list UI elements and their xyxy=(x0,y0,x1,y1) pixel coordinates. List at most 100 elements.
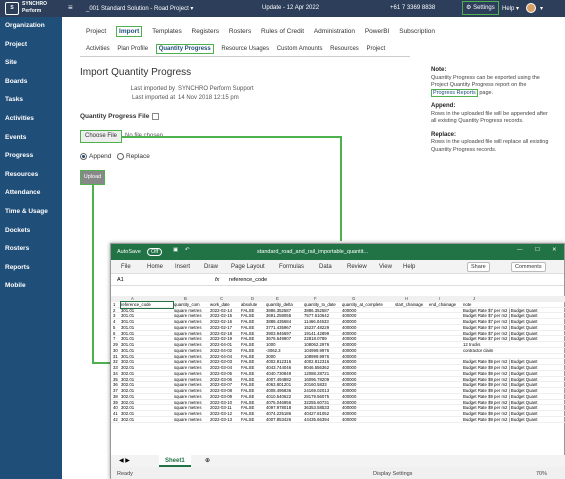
avatar[interactable] xyxy=(526,3,536,13)
append-label: Append xyxy=(89,153,112,161)
settings-button[interactable]: ⚙ Settings xyxy=(462,1,499,15)
divider xyxy=(80,56,410,57)
subtab-project[interactable]: Project xyxy=(366,46,385,52)
save-icon[interactable]: ▣ xyxy=(173,247,178,253)
ribbon-formulas[interactable]: Formulas xyxy=(279,264,304,270)
connector-line xyxy=(122,136,341,138)
ribbon-data[interactable]: Data xyxy=(319,264,332,270)
sidebar-item-site[interactable]: Site xyxy=(0,54,62,73)
page-title: Import Quantity Progress xyxy=(80,67,192,78)
autosave-toggle[interactable]: Off xyxy=(147,248,163,256)
chevron-down-icon[interactable]: ▾ xyxy=(540,5,543,12)
cell[interactable]: square metres xyxy=(174,417,209,423)
sidebar-item-dockets[interactable]: Dockets xyxy=(0,222,62,241)
tab-templates[interactable]: Templates xyxy=(152,28,182,35)
tab-import[interactable]: Import xyxy=(116,26,143,37)
share-button[interactable]: Share xyxy=(467,262,490,272)
subtab-resource-usages[interactable]: Resource Usages xyxy=(221,46,269,52)
note-text-end: page. xyxy=(479,89,494,96)
excel-filename: standard_road_and_rail_importable_quanti… xyxy=(257,249,368,255)
close-icon[interactable]: ✕ xyxy=(552,247,557,253)
sidebar-item-project[interactable]: Project xyxy=(0,36,62,55)
synchro-logo[interactable]: S xyxy=(5,2,19,15)
upload-button[interactable]: Upload xyxy=(80,170,105,185)
subtab-resources[interactable]: Resources xyxy=(330,46,359,52)
replace-radio[interactable]: Replace xyxy=(117,153,150,160)
sidebar-item-events[interactable]: Events xyxy=(0,129,62,148)
fx-icon[interactable]: fx xyxy=(215,277,219,283)
spreadsheet-grid[interactable]: A B C D E F G H I J 1 reference_code quantity_com wor… xyxy=(111,296,565,423)
sheet-nav-icon[interactable]: ◀ ▶ xyxy=(119,457,130,464)
cell[interactable]: 2022-03-13 xyxy=(210,417,240,423)
cell[interactable]: 44435.66394 xyxy=(304,417,341,423)
sidebar-item-attendance[interactable]: Attendance xyxy=(0,184,62,203)
ribbon-help[interactable]: Help xyxy=(403,264,415,270)
ribbon-home[interactable]: Home xyxy=(147,264,163,270)
tab-subscription[interactable]: Subscription xyxy=(399,28,435,35)
excel-ribbon-tabs: File Home Insert Draw Page Layout Formul… xyxy=(111,260,564,274)
cell[interactable]: FALSE xyxy=(241,417,265,423)
gear-icon: ⚙ xyxy=(466,5,472,11)
menu-icon[interactable]: ≡ xyxy=(68,4,73,12)
minimize-icon[interactable]: — xyxy=(517,247,523,253)
sidebar-item-reports[interactable]: Reports xyxy=(0,259,62,278)
cell[interactable]: 4007.853426 xyxy=(266,417,303,423)
sidebar-item-mobile[interactable]: Mobile xyxy=(0,277,62,296)
cell[interactable]: 42 xyxy=(113,417,121,423)
sidebar-item-time-usage[interactable]: Time & Usage xyxy=(0,203,62,222)
file-field-label: Quantity Progress File xyxy=(80,113,150,120)
tab-rules-of-credit[interactable]: Rules of Credit xyxy=(261,28,304,35)
connector-line xyxy=(92,362,110,364)
brand-line-1: SYNCHRO xyxy=(22,1,48,7)
autosave-label: AutoSave xyxy=(117,249,141,255)
ribbon-view[interactable]: View xyxy=(379,264,392,270)
choose-file-button[interactable]: Choose File xyxy=(80,130,122,143)
connector-line xyxy=(92,185,94,363)
sidebar-item-tasks[interactable]: Tasks xyxy=(0,91,62,110)
formula-input[interactable]: reference_code xyxy=(229,277,267,283)
sidebar-item-boards[interactable]: Boards xyxy=(0,73,62,92)
subtab-custom-amounts[interactable]: Custom Amounts xyxy=(277,46,323,52)
display-settings[interactable]: Display Settings xyxy=(373,471,412,477)
cell[interactable]: 302.01 xyxy=(121,417,173,423)
maximize-icon[interactable]: ☐ xyxy=(535,247,540,253)
sidebar-item-organization[interactable]: Organization xyxy=(0,17,62,36)
tab-administration[interactable]: Administration xyxy=(314,28,355,35)
comments-button[interactable]: Comments xyxy=(511,262,546,272)
update-link[interactable]: Update - 12 Apr 2022 xyxy=(262,5,319,11)
subtab-quantity-progress[interactable]: Quantity Progress xyxy=(155,44,214,54)
subtab-plan-profile[interactable]: Plan Profile xyxy=(117,46,148,52)
file-field-checkbox[interactable] xyxy=(152,113,159,120)
top-bar: S SYNCHRO Perform ≡ _001 Standard Solutio… xyxy=(0,0,565,17)
sidebar-item-rosters[interactable]: Rosters xyxy=(0,240,62,259)
append-radio[interactable]: Append xyxy=(80,153,111,160)
subtab-activities[interactable]: Activities xyxy=(86,46,110,52)
last-imported-by: Last imported by SYNCHRO Perform Support xyxy=(131,86,254,92)
add-sheet-icon[interactable]: ⊕ xyxy=(205,457,210,464)
progress-reports-link[interactable]: Progress Reports xyxy=(431,88,478,97)
ribbon-review[interactable]: Review xyxy=(347,264,367,270)
tab-project[interactable]: Project xyxy=(86,28,106,35)
undo-icon[interactable]: ↶ xyxy=(185,247,190,253)
formula-bar: A1 fx reference_code xyxy=(111,274,564,286)
ribbon-page-layout[interactable]: Page Layout xyxy=(231,264,265,270)
tab-powerbi[interactable]: PowerBI xyxy=(365,28,390,35)
tab-registers[interactable]: Registers xyxy=(192,28,219,35)
ribbon-file[interactable]: File xyxy=(121,264,131,270)
sheet-tab[interactable]: Sheet1 xyxy=(159,455,191,467)
last-imported-at-label: Last imported at xyxy=(131,95,175,101)
help-menu[interactable]: Help ▾ xyxy=(502,5,519,12)
sidebar-item-progress[interactable]: Progress xyxy=(0,147,62,166)
ribbon-insert[interactable]: Insert xyxy=(175,264,190,270)
name-box[interactable]: A1 xyxy=(117,277,124,283)
note-heading: Note: xyxy=(431,67,447,73)
sidebar-item-resources[interactable]: Resources xyxy=(0,166,62,185)
excel-title-bar: AutoSave Off ▣ ↶ standard_road_and_rail_… xyxy=(111,244,564,260)
cell[interactable]: 400000 xyxy=(342,417,394,423)
tab-rosters[interactable]: Rosters xyxy=(229,28,251,35)
sidebar-item-activities[interactable]: Activities xyxy=(0,110,62,129)
replace-heading: Replace: xyxy=(431,131,457,138)
cell[interactable]: Budget Rate $9 per m2 | Budget Quant xyxy=(463,417,564,423)
ribbon-draw[interactable]: Draw xyxy=(204,264,218,270)
project-selector[interactable]: _001 Standard Solution - Road Project ▾ xyxy=(86,5,193,12)
